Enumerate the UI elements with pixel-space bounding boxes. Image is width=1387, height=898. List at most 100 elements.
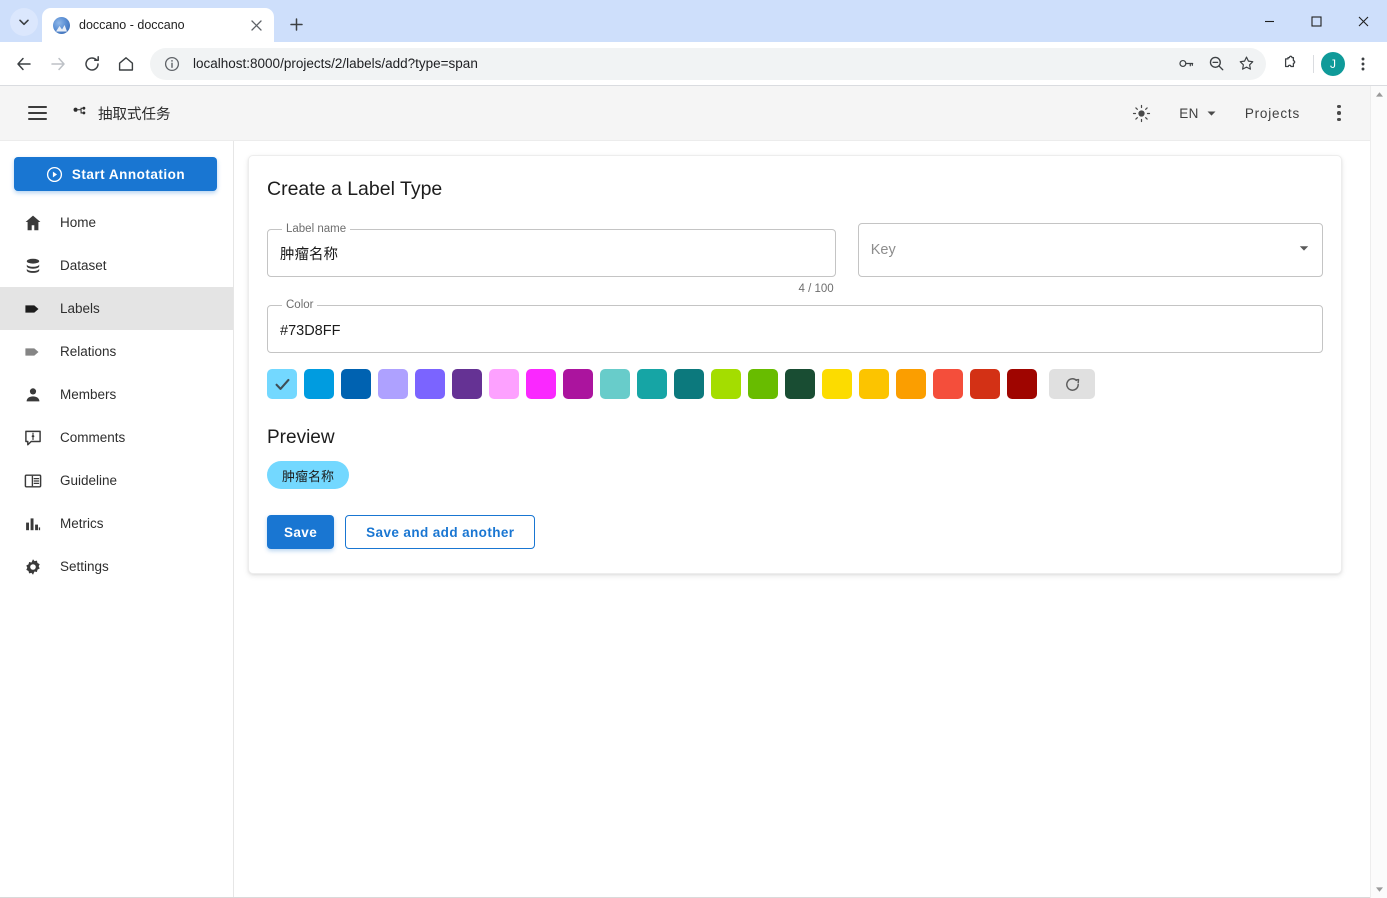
app-overflow-menu-icon[interactable] bbox=[1322, 96, 1356, 130]
menu-hamburger-icon[interactable] bbox=[20, 96, 54, 130]
key-select[interactable]: Key bbox=[858, 223, 1323, 277]
book-icon bbox=[14, 471, 52, 491]
gear-icon bbox=[14, 557, 52, 577]
color-swatch[interactable] bbox=[489, 369, 519, 399]
color-swatch[interactable] bbox=[933, 369, 963, 399]
browser-tab[interactable]: doccano - doccano bbox=[42, 8, 274, 42]
tab-search-chevron-icon[interactable] bbox=[10, 8, 38, 36]
bookmark-star-icon[interactable] bbox=[1232, 50, 1260, 78]
color-swatch[interactable] bbox=[637, 369, 667, 399]
close-icon[interactable] bbox=[246, 15, 266, 35]
scroll-down-arrow-icon[interactable] bbox=[1371, 881, 1387, 898]
scroll-up-arrow-icon[interactable] bbox=[1371, 86, 1387, 103]
color-swatch[interactable] bbox=[859, 369, 889, 399]
color-swatch[interactable] bbox=[748, 369, 778, 399]
color-palette bbox=[267, 369, 1323, 399]
omnibox-actions bbox=[1172, 50, 1260, 78]
relation-icon bbox=[14, 342, 52, 362]
refresh-icon[interactable] bbox=[1049, 369, 1095, 399]
reload-button[interactable] bbox=[76, 48, 108, 80]
color-swatch[interactable] bbox=[1007, 369, 1037, 399]
sidebar-item-metrics[interactable]: Metrics bbox=[0, 502, 233, 545]
save-button[interactable]: Save bbox=[267, 515, 334, 549]
label-preview-chip: 肿瘤名称 bbox=[267, 461, 349, 489]
sidebar-item-members[interactable]: Members bbox=[0, 373, 233, 416]
forward-button[interactable] bbox=[42, 48, 74, 80]
language-selector[interactable]: EN bbox=[1165, 95, 1231, 131]
save-and-add-another-button[interactable]: Save and add another bbox=[345, 515, 535, 549]
new-tab-button[interactable] bbox=[282, 10, 310, 38]
home-button[interactable] bbox=[110, 48, 142, 80]
scrollbar-track[interactable] bbox=[1371, 103, 1387, 881]
form-row-name-key: Label name 肿瘤名称 4 / 100 Key bbox=[267, 223, 1323, 295]
color-swatch[interactable] bbox=[785, 369, 815, 399]
projects-link[interactable]: Projects bbox=[1231, 95, 1314, 131]
chevron-down-icon bbox=[1206, 108, 1217, 119]
sidebar: Start Annotation Home Dataset bbox=[0, 141, 234, 898]
browser-window: doccano - doccano bbox=[0, 0, 1387, 898]
sidebar-item-home[interactable]: Home bbox=[0, 201, 233, 244]
password-key-icon[interactable] bbox=[1172, 50, 1200, 78]
key-placeholder: Key bbox=[871, 243, 896, 258]
maximize-button[interactable] bbox=[1293, 0, 1340, 42]
sidebar-item-label: Guideline bbox=[60, 473, 117, 488]
chart-bar-icon bbox=[14, 514, 52, 534]
start-annotation-button[interactable]: Start Annotation bbox=[14, 157, 217, 191]
color-swatch[interactable] bbox=[711, 369, 741, 399]
color-input[interactable]: Color #73D8FF bbox=[267, 299, 1323, 353]
create-label-type-card: Create a Label Type Label name 肿瘤名称 4 / … bbox=[248, 155, 1342, 574]
color-swatch[interactable] bbox=[304, 369, 334, 399]
color-swatch[interactable] bbox=[822, 369, 852, 399]
color-swatch[interactable] bbox=[415, 369, 445, 399]
sidebar-item-label: Comments bbox=[60, 430, 125, 445]
sidebar-item-label: Members bbox=[60, 387, 116, 402]
color-swatch[interactable] bbox=[563, 369, 593, 399]
color-legend: Color bbox=[282, 299, 317, 311]
project-name: 抽取式任务 bbox=[98, 103, 171, 124]
profile-avatar[interactable]: J bbox=[1321, 52, 1345, 76]
page-scrollbar[interactable] bbox=[1370, 86, 1387, 898]
sidebar-item-settings[interactable]: Settings bbox=[0, 545, 233, 588]
color-swatch[interactable] bbox=[600, 369, 630, 399]
color-swatch[interactable] bbox=[341, 369, 371, 399]
page-viewport: 抽取式任务 EN Projects bbox=[0, 85, 1387, 898]
color-swatch[interactable] bbox=[267, 369, 297, 399]
sidebar-item-labels[interactable]: Labels bbox=[0, 287, 233, 330]
sidebar-item-comments[interactable]: Comments bbox=[0, 416, 233, 459]
back-button[interactable] bbox=[8, 48, 40, 80]
color-swatch[interactable] bbox=[452, 369, 482, 399]
zoom-out-icon[interactable] bbox=[1202, 50, 1230, 78]
database-icon bbox=[14, 256, 52, 276]
project-breadcrumb[interactable]: 抽取式任务 bbox=[72, 103, 171, 124]
color-swatch[interactable] bbox=[378, 369, 408, 399]
doccano-favicon bbox=[53, 17, 70, 34]
browser-titlebar: doccano - doccano bbox=[0, 0, 1387, 42]
app-header: 抽取式任务 EN Projects bbox=[0, 86, 1370, 141]
extensions-icon[interactable] bbox=[1274, 48, 1306, 80]
color-swatch[interactable] bbox=[674, 369, 704, 399]
sidebar-item-label: Labels bbox=[60, 301, 100, 316]
label-name-input[interactable]: Label name 肿瘤名称 bbox=[267, 223, 836, 277]
color-swatch[interactable] bbox=[970, 369, 1000, 399]
page-title: Create a Label Type bbox=[267, 178, 1323, 201]
tab-title: doccano - doccano bbox=[79, 18, 246, 32]
app-header-actions: EN Projects bbox=[1118, 95, 1356, 131]
sidebar-item-dataset[interactable]: Dataset bbox=[0, 244, 233, 287]
toolbar-divider bbox=[1313, 55, 1314, 73]
site-info-icon[interactable] bbox=[162, 54, 182, 74]
app-body: Start Annotation Home Dataset bbox=[0, 141, 1370, 898]
address-bar[interactable]: localhost:8000/projects/2/labels/add?typ… bbox=[150, 48, 1266, 80]
key-field-wrap: Key bbox=[858, 223, 1323, 295]
browser-menu-icon[interactable] bbox=[1347, 48, 1379, 80]
minimize-button[interactable] bbox=[1246, 0, 1293, 42]
color-swatch[interactable] bbox=[526, 369, 556, 399]
theme-toggle-sun-icon[interactable] bbox=[1118, 95, 1165, 131]
sidebar-item-relations[interactable]: Relations bbox=[0, 330, 233, 373]
color-swatch[interactable] bbox=[896, 369, 926, 399]
sitemap-icon bbox=[72, 105, 89, 122]
chevron-down-icon[interactable] bbox=[1298, 241, 1310, 259]
sidebar-item-guideline[interactable]: Guideline bbox=[0, 459, 233, 502]
close-window-button[interactable] bbox=[1340, 0, 1387, 42]
language-label: EN bbox=[1179, 106, 1199, 121]
form-actions: Save Save and add another bbox=[267, 515, 1323, 549]
